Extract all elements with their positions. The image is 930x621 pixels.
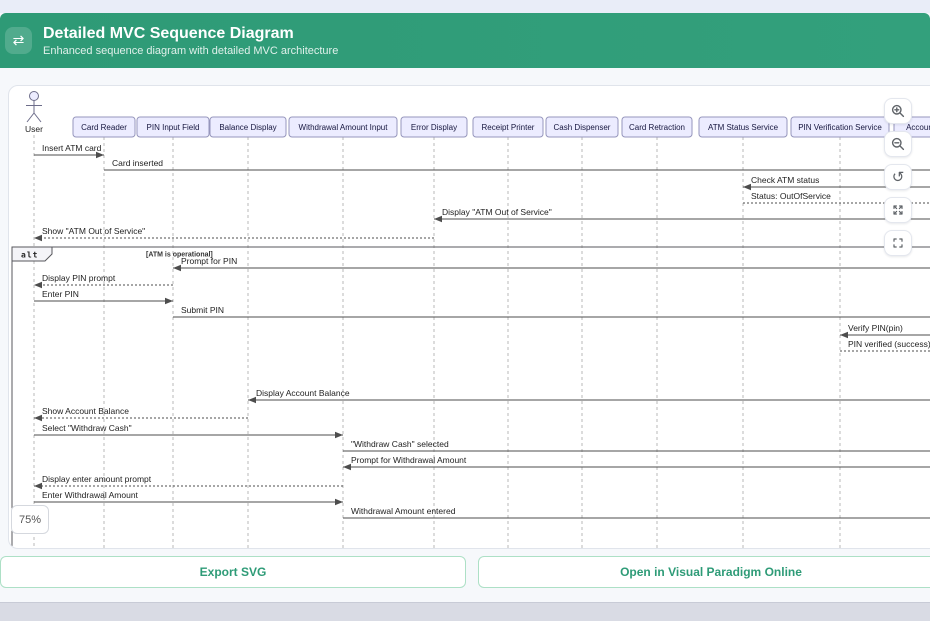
message: Card inserted	[104, 158, 930, 170]
page-title: Detailed MVC Sequence Diagram	[43, 24, 338, 43]
svg-text:User: User	[25, 124, 43, 134]
zoom-in-icon	[891, 104, 905, 118]
message: Prompt for Withdrawal Amount	[343, 455, 930, 470]
message: Withdrawal Amount entered	[343, 506, 930, 518]
participant-box: Card Reader	[73, 117, 135, 137]
svg-text:Withdrawal Amount Input: Withdrawal Amount Input	[299, 123, 389, 132]
svg-text:Display PIN prompt: Display PIN prompt	[42, 273, 116, 283]
message: Insert ATM card	[34, 143, 104, 158]
svg-text:Error Display: Error Display	[411, 123, 457, 132]
zoom-in-button[interactable]	[884, 98, 912, 124]
svg-text:Card Reader: Card Reader	[81, 123, 127, 132]
svg-text:Prompt for PIN: Prompt for PIN	[181, 256, 237, 266]
page-subtitle: Enhanced sequence diagram with detailed …	[43, 45, 338, 57]
participant-box: Cash Dispenser	[546, 117, 618, 137]
participant-box: Error Display	[401, 117, 467, 137]
svg-text:PIN verified (success): PIN verified (success)	[848, 339, 930, 349]
svg-text:Insert ATM card: Insert ATM card	[42, 143, 102, 153]
svg-text:Verify PIN(pin): Verify PIN(pin)	[848, 323, 903, 333]
svg-text:Prompt for Withdrawal Amount: Prompt for Withdrawal Amount	[351, 455, 467, 465]
svg-text:ATM Status Service: ATM Status Service	[708, 123, 779, 132]
fullscreen-button[interactable]	[884, 230, 912, 256]
participant-box: PIN Verification Service	[791, 117, 889, 137]
message: Display "ATM Out of Service"	[434, 207, 930, 222]
svg-text:Display enter amount prompt: Display enter amount prompt	[42, 474, 152, 484]
message: Show "ATM Out of Service"	[34, 226, 434, 241]
message: Select "Withdraw Cash"	[34, 423, 343, 438]
svg-text:Display Account Balance: Display Account Balance	[256, 388, 350, 398]
zoom-level-badge: 75%	[11, 505, 49, 534]
export-svg-button[interactable]: Export SVG	[0, 556, 466, 588]
reset-view-button[interactable]: ↺	[884, 164, 912, 190]
alt-fragment: alt[ATM is operational]	[12, 247, 930, 548]
diagram-canvas[interactable]: User Card Reader PIN Input Field Balance Di…	[8, 85, 930, 549]
footer-actions: Export SVG Open in Visual Paradigm Onlin…	[0, 556, 930, 588]
participant-box: ATM Status Service	[699, 117, 787, 137]
message: Display Account Balance	[248, 388, 930, 403]
svg-text:Card Retraction: Card Retraction	[629, 123, 685, 132]
message: Enter Withdrawal Amount	[34, 490, 343, 505]
message: Display PIN prompt	[34, 273, 173, 288]
svg-text:Submit PIN: Submit PIN	[181, 305, 224, 315]
participant-box: Card Retraction	[622, 117, 692, 137]
svg-text:Enter PIN: Enter PIN	[42, 289, 79, 299]
message: Show Account Balance	[34, 406, 248, 421]
zoom-controls: ↺	[884, 98, 912, 256]
message: Submit PIN	[173, 305, 930, 317]
zoom-out-button[interactable]	[884, 131, 912, 157]
participant-box: Receipt Printer	[473, 117, 543, 137]
message: Prompt for PIN	[173, 256, 930, 271]
svg-text:Receipt Printer: Receipt Printer	[482, 123, 535, 132]
fragment-operator: alt	[21, 251, 38, 260]
expand-arrows-icon	[891, 203, 905, 217]
header-bar: ⇄ Detailed MVC Sequence Diagram Enhanced…	[0, 13, 930, 68]
message: Display enter amount prompt	[34, 474, 343, 489]
fullscreen-icon	[891, 236, 905, 250]
bottom-bar	[0, 602, 930, 621]
svg-text:Enter Withdrawal Amount: Enter Withdrawal Amount	[42, 490, 139, 500]
message: PIN verified (success)	[840, 339, 930, 351]
message: "Withdraw Cash" selected	[343, 439, 930, 451]
sequence-svg: User Card Reader PIN Input Field Balance Di…	[9, 86, 930, 548]
svg-text:PIN Verification Service: PIN Verification Service	[798, 123, 882, 132]
participant-box: Balance Display	[210, 117, 286, 137]
fit-view-button[interactable]	[884, 197, 912, 223]
svg-text:PIN Input Field: PIN Input Field	[147, 123, 200, 132]
swap-arrows-icon: ⇄	[5, 27, 32, 54]
svg-text:Show "ATM Out of Service": Show "ATM Out of Service"	[42, 226, 145, 236]
svg-text:Cash Dispenser: Cash Dispenser	[554, 123, 611, 132]
svg-text:Check ATM status: Check ATM status	[751, 175, 819, 185]
svg-text:Select "Withdraw Cash": Select "Withdraw Cash"	[42, 423, 132, 433]
reset-icon: ↺	[892, 170, 905, 185]
svg-text:Card inserted: Card inserted	[112, 158, 163, 168]
svg-text:"Withdraw Cash" selected: "Withdraw Cash" selected	[351, 439, 449, 449]
top-strip	[0, 0, 930, 13]
svg-text:Status: OutOfService: Status: OutOfService	[751, 191, 831, 201]
svg-text:Balance Display: Balance Display	[219, 123, 276, 132]
participant-box: PIN Input Field	[137, 117, 209, 137]
open-visual-paradigm-button[interactable]: Open in Visual Paradigm Online	[478, 556, 930, 588]
zoom-out-icon	[891, 137, 905, 151]
message: Verify PIN(pin)	[840, 323, 930, 338]
svg-text:Display "ATM Out of Service": Display "ATM Out of Service"	[442, 207, 552, 217]
actor-user: User	[25, 92, 43, 135]
svg-text:Show Account Balance: Show Account Balance	[42, 406, 129, 416]
participant-box: Withdrawal Amount Input	[289, 117, 397, 137]
header-text: Detailed MVC Sequence Diagram Enhanced s…	[43, 24, 338, 57]
svg-text:Withdrawal Amount entered: Withdrawal Amount entered	[351, 506, 456, 516]
